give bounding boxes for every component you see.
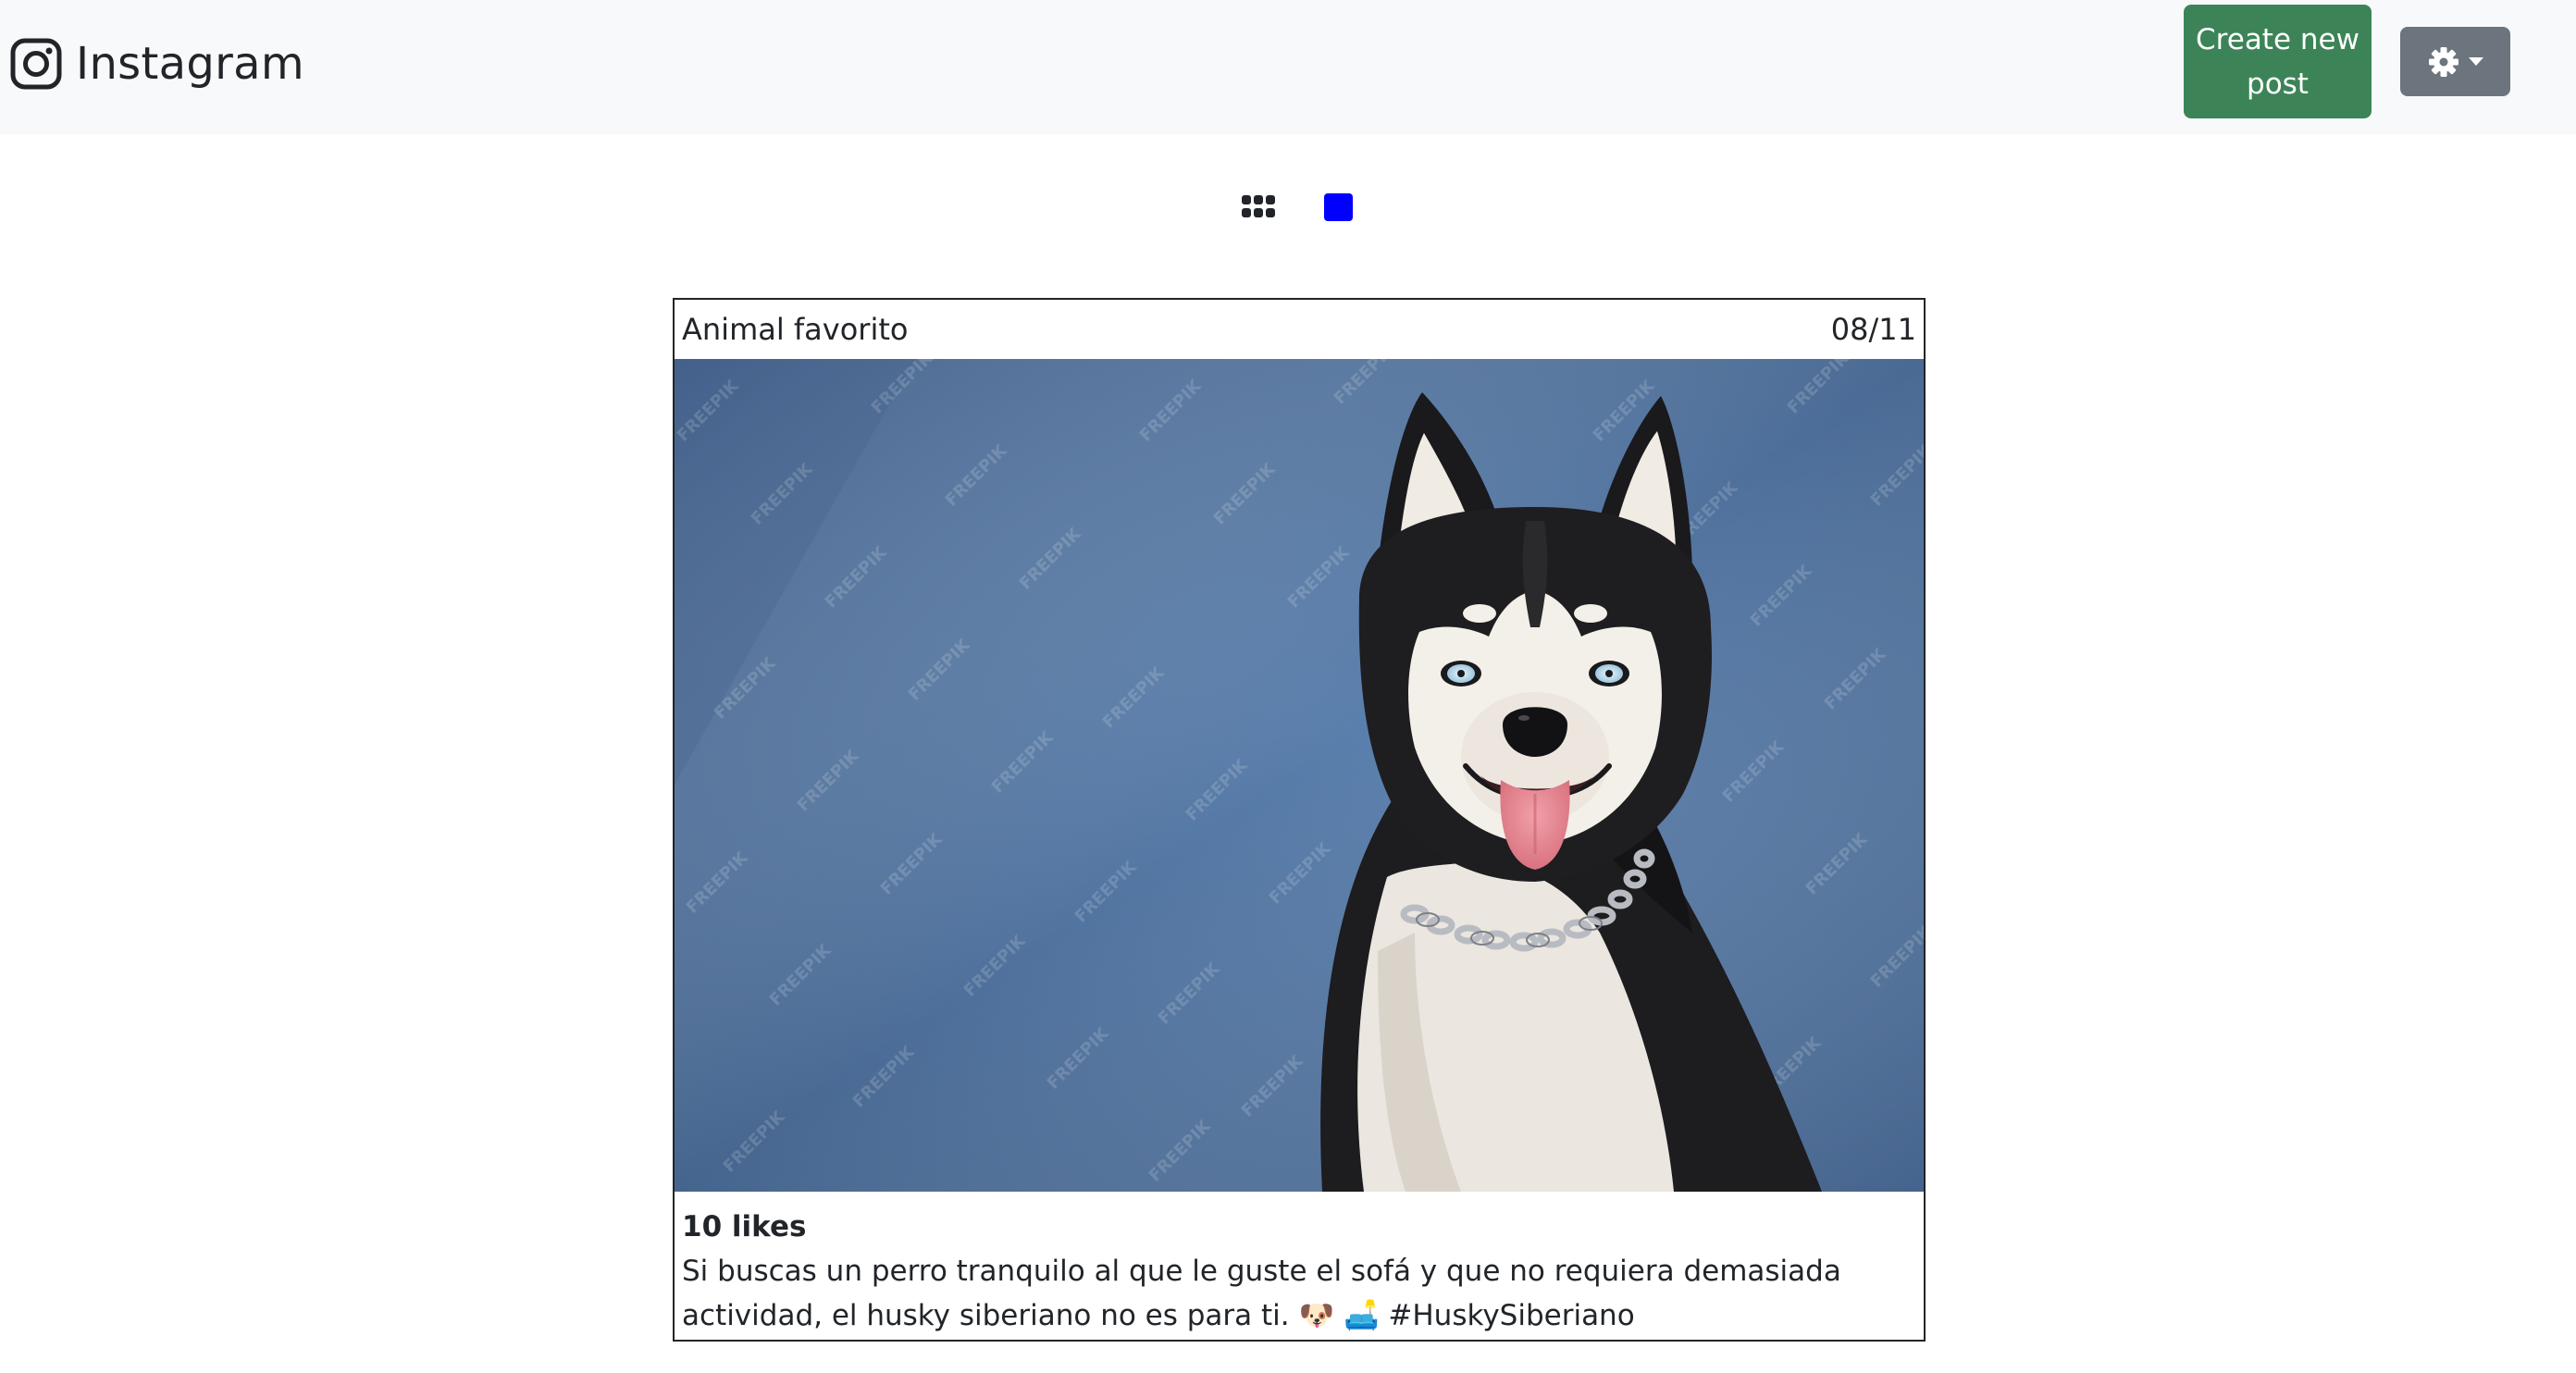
settings-dropdown-button[interactable] [2400,27,2510,96]
create-post-button[interactable]: Create new post [2184,5,2372,118]
single-post-icon [1323,193,1353,221]
post-image[interactable]: FREEPIK FREEPIK FREEPIK FREEPIK FREEPIK … [675,359,1924,1192]
single-view-button[interactable] [1319,189,1356,226]
view-toggle [1240,189,1356,226]
grid-icon [1242,195,1275,217]
caret-down-icon [2468,56,2483,66]
brand-name: Instagram [76,38,304,90]
post-caption: Si buscas un perro tranquilo al que le g… [682,1255,1841,1332]
brand-link[interactable]: Instagram [9,33,304,94]
gear-icon [2428,46,2458,77]
top-navbar: Instagram Create new post [0,0,2576,134]
post-header: Animal favorito 08/11 [675,300,1924,359]
post-card: Animal favorito 08/11 FREEPIK FREEPIK FR… [673,298,1926,1342]
likes-count[interactable]: 10 likes [682,1205,1916,1249]
post-date: 08/11 [1830,312,1916,347]
instagram-icon [10,38,62,90]
grid-view-button[interactable] [1240,189,1277,226]
post-footer: 10 likes Si buscas un perro tranquilo al… [675,1192,1924,1338]
husky-photo: FREEPIK FREEPIK FREEPIK FREEPIK FREEPIK … [675,359,1924,1192]
post-title: Animal favorito [682,312,909,347]
